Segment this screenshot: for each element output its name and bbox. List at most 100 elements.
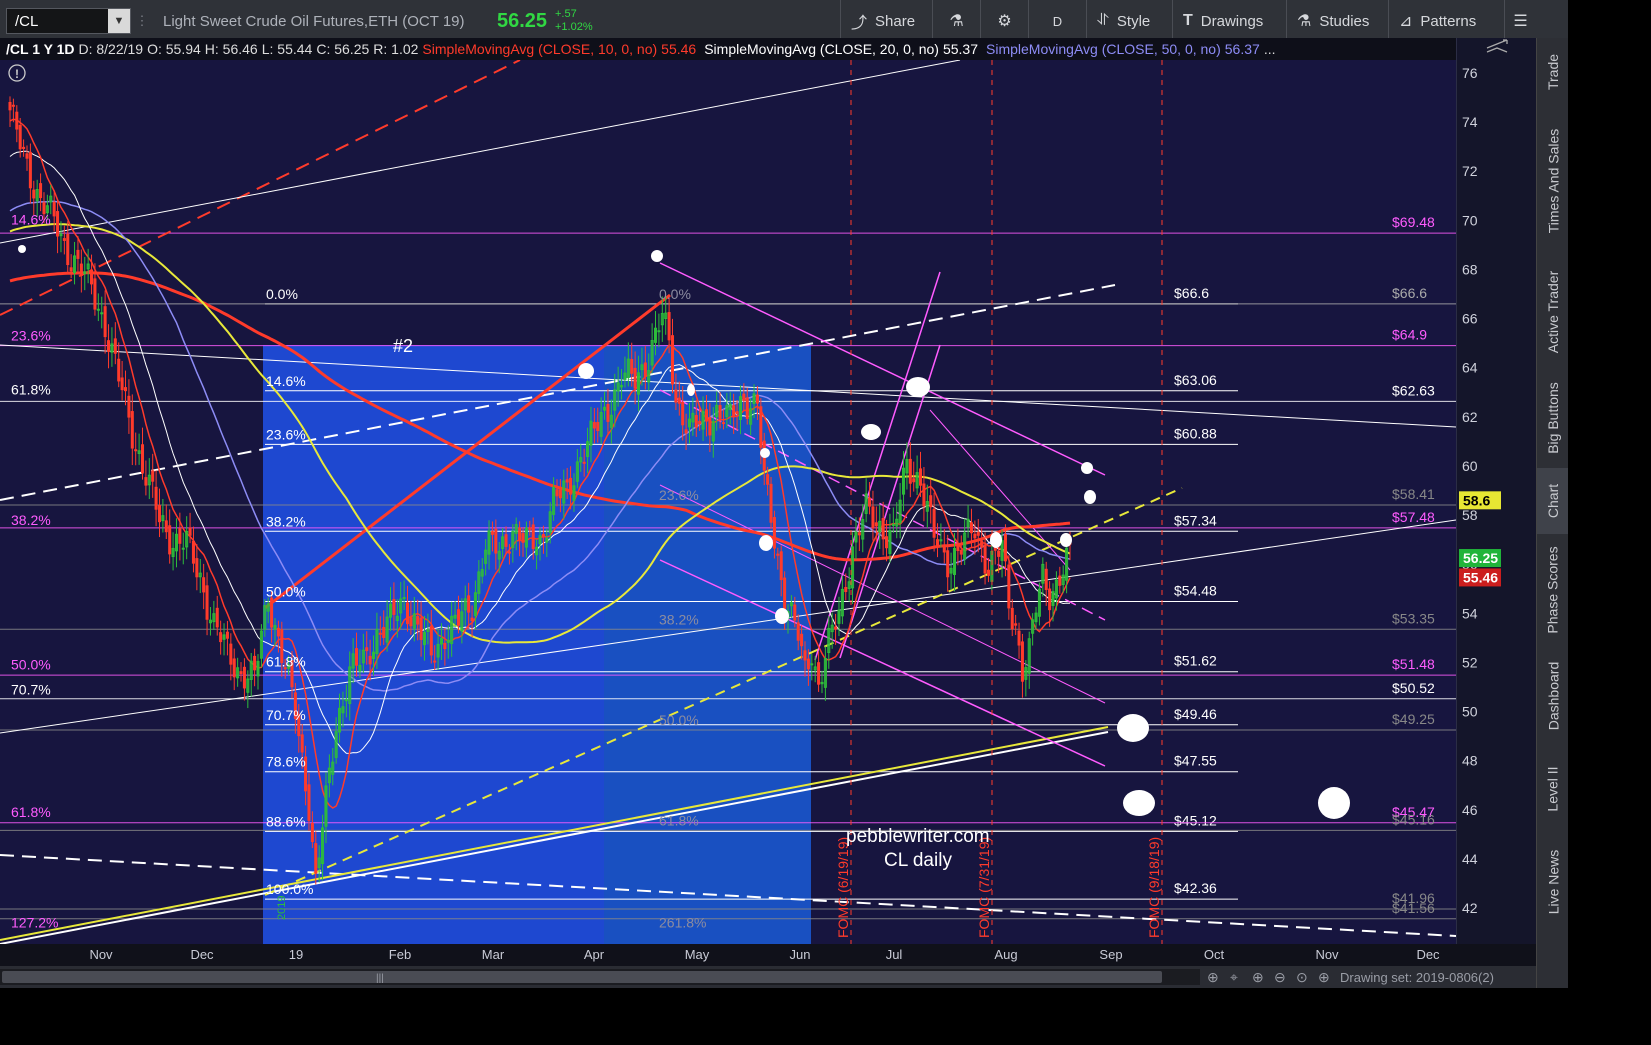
instrument-description: Light Sweet Crude Oil Futures,ETH (OCT 1…: [163, 12, 465, 30]
scrollbar-thumb[interactable]: [2, 971, 1162, 983]
price-axis-svg[interactable]: 767472706866646260585654525048464442 56.…: [1457, 38, 1537, 944]
candle-body: [630, 359, 634, 374]
time-axis[interactable]: Nov Dec 19 Feb Mar Apr May Jun Jul Aug Sep Oct Nov De…: [0, 944, 1536, 966]
tab-trade[interactable]: Trade: [1537, 38, 1569, 106]
drawings-button[interactable]: T Drawings: [1172, 0, 1286, 42]
legend-date: D: 8/22/19: [78, 41, 144, 57]
time-axis-svg[interactable]: Nov Dec 19 Feb Mar Apr May Jun Jul Aug Sep Oct Nov De…: [0, 944, 1536, 966]
candle-body: [392, 599, 396, 615]
info-icon[interactable]: !: [8, 64, 26, 82]
candle-body: [569, 477, 573, 495]
right-level-label: $49.25: [1392, 711, 1435, 727]
share-button[interactable]: ⤴ Share: [840, 0, 932, 42]
candle-body: [181, 547, 185, 550]
crosshair-icon[interactable]: ⊕: [1207, 969, 1219, 985]
fib-label-mid: 261.8%: [659, 915, 706, 931]
studies-button[interactable]: ⚗ Studies: [1286, 0, 1388, 42]
flask-icon: ⚗: [1297, 13, 1312, 30]
flask-icon: ⚗: [949, 13, 964, 30]
fib-label-outer: 70.7%: [11, 681, 51, 697]
candle-body: [555, 489, 559, 497]
right-level-label: $66.6: [1392, 285, 1427, 301]
candle-body: [32, 189, 36, 199]
candle-body: [521, 532, 525, 543]
candle-body: [344, 699, 348, 702]
mid-level-label: $57.34: [1174, 512, 1217, 528]
target-marker: [861, 424, 881, 440]
candle-body: [151, 470, 155, 482]
tab-big-buttons[interactable]: Big Buttons: [1537, 368, 1569, 468]
tab-active-trader[interactable]: Active Trader: [1537, 256, 1569, 368]
chevron-down-icon[interactable]: ▼: [108, 9, 130, 33]
candle-body: [565, 479, 569, 483]
drawing-set-label[interactable]: Drawing set: 2019-0806(2): [1340, 970, 1494, 985]
zoom-out-icon[interactable]: ⊖: [1274, 969, 1286, 985]
share-label: Share: [875, 12, 916, 30]
candle-body: [806, 658, 810, 670]
drag-icon[interactable]: ⊕: [1318, 969, 1330, 985]
candle-body: [225, 631, 229, 639]
tab-times-and-sales[interactable]: Times And Sales: [1537, 106, 1569, 256]
candle-body: [123, 387, 128, 392]
candle-body: [242, 666, 246, 689]
candle-body: [1007, 564, 1011, 609]
candle-body: [592, 422, 596, 429]
legend-more[interactable]: ...: [1264, 41, 1276, 57]
candle-body: [918, 468, 923, 486]
zoom-in-icon[interactable]: ⊕: [1252, 969, 1264, 985]
candle-body: [467, 595, 471, 613]
legend-sma50-label[interactable]: SimpleMovingAvg (CLOSE, 50, 0, no): [986, 41, 1221, 57]
candle-body: [15, 111, 19, 130]
settings-button[interactable]: ⚙: [980, 0, 1028, 42]
chart-plot-area[interactable]: $66.6 $63.06 $60.88 $57.34 $54.48 $51.62 $49.4…: [0, 60, 1456, 944]
candle-body: [1044, 568, 1048, 591]
candle-body: [997, 550, 1001, 557]
flask-button[interactable]: ⚗: [932, 0, 980, 42]
x-tick-label: Feb: [389, 947, 411, 962]
tab-dashboard[interactable]: Dashboard: [1537, 646, 1569, 746]
candle-body: [881, 518, 885, 540]
candle-body: [708, 417, 712, 436]
window-bottom-edge: [0, 988, 1568, 1045]
candle-body: [103, 306, 107, 338]
candle-body: [188, 527, 192, 536]
fomc-label-1: FOMC (6/19/19): [835, 837, 851, 938]
patterns-label: Patterns: [1420, 12, 1477, 30]
scroll-grip-icon[interactable]: |||: [376, 973, 384, 984]
tab-chart[interactable]: Chart: [1537, 468, 1569, 534]
drag-handle-icon[interactable]: ⋮: [135, 13, 149, 29]
symbol-text: /CL: [15, 12, 39, 30]
candle-body: [504, 534, 508, 547]
y-tick-label: 44: [1462, 851, 1478, 867]
patterns-button[interactable]: ⊿ Patterns: [1388, 0, 1504, 42]
candle-body: [202, 577, 206, 593]
symbol-selector[interactable]: /CL ▼: [6, 8, 131, 34]
candle-body: [742, 393, 746, 401]
tab-live-news[interactable]: Live News: [1537, 832, 1569, 932]
candle-body: [409, 617, 413, 627]
candle-body: [28, 151, 32, 189]
style-button[interactable]: ⥯ Style: [1086, 0, 1172, 42]
candle-body: [857, 532, 861, 536]
chart-settings-icon[interactable]: [1486, 39, 1508, 53]
legend-sma20-label[interactable]: SimpleMovingAvg (CLOSE, 20, 0, no): [704, 41, 939, 57]
tab-phase-scores[interactable]: Phase Scores: [1537, 534, 1569, 646]
tab-level-ii[interactable]: Level II: [1537, 746, 1569, 832]
candle-body: [232, 658, 236, 678]
price-chart-svg[interactable]: $66.6 $63.06 $60.88 $57.34 $54.48 $51.62 $49.4…: [0, 60, 1456, 944]
target-marker: [578, 363, 594, 379]
menu-button[interactable]: ☰: [1504, 0, 1536, 42]
price-axis[interactable]: 767472706866646260585654525048464442 56.…: [1456, 38, 1537, 944]
mid-level-label: $51.62: [1174, 653, 1217, 669]
aggregation-button[interactable]: D: [1028, 0, 1086, 42]
svg-text:!: !: [15, 67, 19, 81]
legend-sma10-label[interactable]: SimpleMovingAvg (CLOSE, 10, 0, no): [422, 41, 657, 57]
candle-body: [39, 183, 43, 199]
candle-body: [772, 517, 776, 549]
zoom-reset-icon[interactable]: ⊙: [1296, 969, 1308, 985]
cursor-icon[interactable]: ⌖: [1230, 969, 1238, 985]
fib-label-inner: 61.8%: [266, 654, 306, 670]
fib-label-mid: 38.2%: [659, 611, 699, 627]
x-tick-label: Oct: [1204, 947, 1225, 962]
fib-label-mid: 61.8%: [659, 812, 699, 828]
